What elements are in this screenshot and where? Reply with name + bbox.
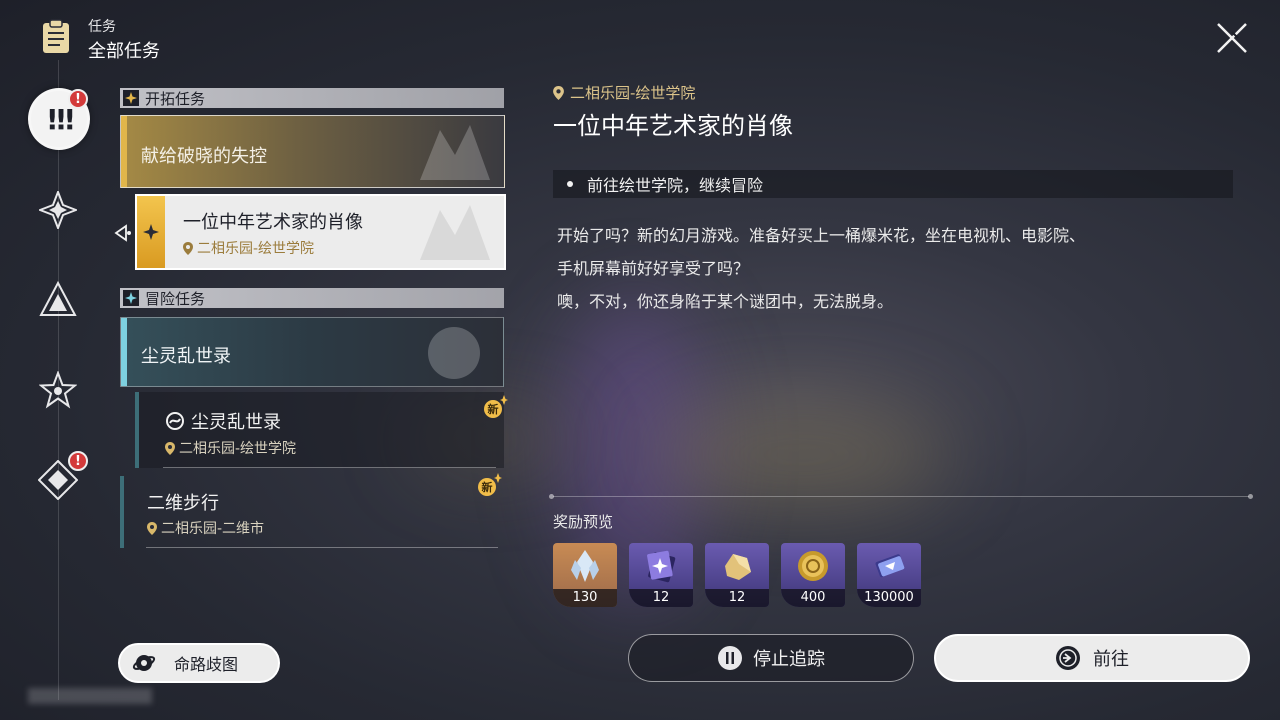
reward-item[interactable]: 12: [629, 543, 693, 607]
quest-location: 二相乐园-绘世学院: [165, 438, 296, 458]
go-arrow-icon: [1056, 646, 1080, 670]
location-text: 二相乐园-绘世学院: [179, 441, 297, 457]
location-pin-icon: [183, 241, 193, 255]
reward-item[interactable]: 130: [553, 543, 617, 607]
new-badge-text: 新: [484, 400, 502, 418]
rail-tab-companion[interactable]: [38, 280, 78, 320]
quest-title: 尘灵乱世录: [191, 412, 281, 433]
quest-card-trailblaze-2-selected[interactable]: 一位中年艺术家的肖像 二相乐园-绘世学院: [135, 194, 506, 270]
rail-tab-trailblaze[interactable]: [38, 190, 78, 230]
exclamation-icon: !!!: [45, 102, 76, 136]
quest-card-trailblaze-1[interactable]: 献给破晓的失控: [120, 115, 505, 188]
quest-card-adventure-3[interactable]: 二维步行 二相乐园-二维市: [120, 476, 504, 548]
clipboard-icon: [43, 19, 69, 53]
quest-location: 二相乐园-二维市: [147, 518, 264, 538]
reward-count: 12: [629, 589, 693, 607]
quest-emblem-icon: [420, 205, 490, 260]
crystal-icon: [571, 550, 599, 582]
section-label: 冒险任务: [145, 289, 206, 308]
description-line: 开始了吗？新的幻月游戏。准备好买上一桶爆米花，坐在电视机、电影院、: [557, 226, 1086, 245]
detail-location: 二相乐园-绘世学院: [553, 82, 695, 103]
alert-badge: !: [68, 89, 88, 109]
rewards-divider: [549, 494, 1253, 499]
close-icon[interactable]: [1212, 18, 1252, 58]
rewards-list: 130 12 12 400 130000: [553, 543, 921, 607]
quest-objective: 前往绘世学院，继续冒险: [553, 170, 1233, 198]
quest-title: 一位中年艺术家的肖像: [183, 212, 363, 233]
bullet-icon: [567, 181, 573, 187]
reward-item[interactable]: 400: [781, 543, 845, 607]
new-badge: 新: [478, 394, 508, 422]
exp-card-icon: [875, 554, 905, 578]
location-pin-icon: [147, 521, 157, 535]
new-badge: 新: [472, 472, 502, 500]
location-pin-icon: [165, 441, 175, 455]
rail-tab-adventure[interactable]: [38, 370, 78, 410]
reward-count: 130000: [857, 589, 921, 607]
divider: [163, 467, 496, 468]
stop-tracking-label: 停止追踪: [753, 649, 825, 670]
alert-badge: !: [68, 451, 88, 471]
stop-tracking-button[interactable]: 停止追踪: [628, 634, 914, 682]
go-label: 前往: [1093, 649, 1129, 670]
section-header-adventure: 冒险任务: [120, 288, 504, 308]
dust-spirit-icon: [166, 412, 184, 430]
section-label: 开拓任务: [145, 89, 206, 108]
reward-count: 130: [553, 589, 617, 607]
detail-location-text: 二相乐园-绘世学院: [570, 84, 696, 102]
pause-icon: [718, 646, 742, 670]
credit-coin-icon: [798, 551, 828, 581]
reward-item[interactable]: 130000: [857, 543, 921, 607]
triangle-icon: [39, 281, 77, 316]
ore-icon: [725, 554, 751, 580]
rewards-label: 奖励预览: [553, 513, 614, 531]
star-icon: [39, 371, 77, 409]
quest-title-row: 尘灵乱世录: [165, 408, 281, 434]
quest-title: 献给破晓的失控: [141, 146, 267, 167]
quest-emblem-icon: [420, 125, 490, 180]
planet-icon: [132, 655, 156, 671]
four-point-star-icon: [143, 224, 159, 240]
section-header-trailblaze: 开拓任务: [120, 88, 504, 108]
quest-card-adventure-2[interactable]: 尘灵乱世录 二相乐园-绘世学院: [135, 392, 504, 468]
adventure-icon: [123, 290, 139, 306]
description-line: 噢，不对，你还身陷于某个谜团中，无法脱身。: [557, 292, 894, 311]
description-line: 手机屏幕前好好享受了吗？: [557, 259, 750, 278]
quest-location: 二相乐园-绘世学院: [183, 238, 314, 258]
divider: [146, 547, 498, 548]
reward-count: 400: [781, 589, 845, 607]
location-pin-icon: [553, 85, 564, 100]
detail-title: 一位中年艺术家的肖像: [553, 112, 793, 140]
reward-count: 12: [705, 589, 769, 607]
quest-emblem-icon: [428, 327, 480, 379]
path-map-button[interactable]: 命路歧图: [118, 643, 280, 683]
quest-card-adventure-1[interactable]: 尘灵乱世录: [120, 317, 504, 387]
path-map-label: 命路歧图: [174, 655, 239, 674]
quest-description: 开始了吗？新的幻月游戏。准备好买上一桶爆米花，坐在电视机、电影院、 手机屏幕前好…: [557, 219, 1237, 318]
uid-bar: [28, 688, 152, 704]
objective-text: 前往绘世学院，继续冒险: [587, 176, 764, 195]
new-badge-text: 新: [478, 478, 496, 496]
location-text: 二相乐园-二维市: [161, 521, 265, 537]
four-point-star-icon: [39, 191, 77, 229]
selected-arrow-icon: [114, 224, 131, 242]
reward-item[interactable]: 12: [705, 543, 769, 607]
book-icon: [647, 550, 676, 583]
go-button[interactable]: 前往: [934, 634, 1250, 682]
quest-title: 尘灵乱世录: [141, 346, 231, 367]
trailblaze-icon: [123, 90, 139, 106]
header-section-label: 任务: [88, 19, 116, 35]
trailblaze-strip: [137, 196, 165, 268]
location-text: 二相乐园-绘世学院: [197, 241, 315, 257]
page-title: 全部任务: [88, 41, 160, 62]
quest-title: 二维步行: [147, 493, 219, 514]
